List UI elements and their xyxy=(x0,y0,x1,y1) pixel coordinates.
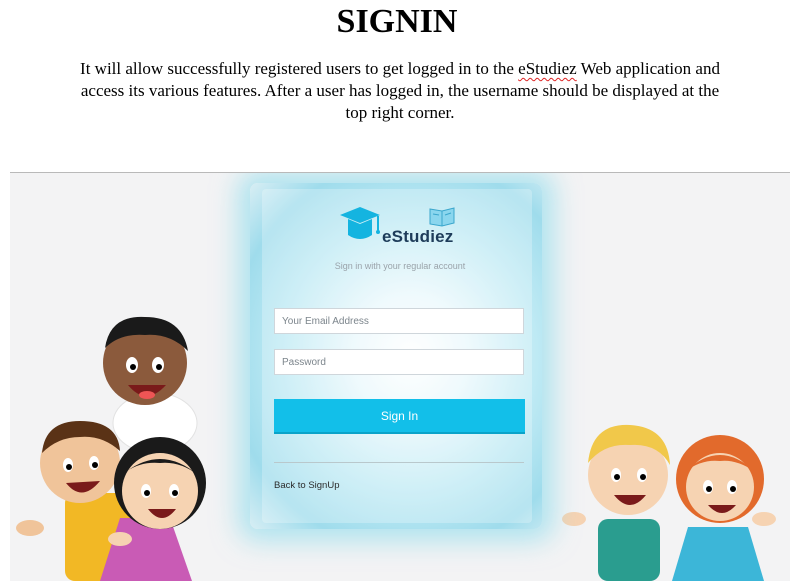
kids-illustration-right xyxy=(562,424,776,581)
signin-subtitle: Sign in with your regular account xyxy=(334,261,466,271)
graduation-cap-icon xyxy=(340,207,380,239)
description-part-1: It will allow successfully registered us… xyxy=(80,59,519,78)
password-field[interactable] xyxy=(274,349,524,375)
divider xyxy=(274,462,524,463)
sign-in-button[interactable]: Sign In xyxy=(274,399,525,434)
email-field[interactable] xyxy=(274,308,524,334)
book-icon xyxy=(429,207,455,227)
login-screenshot: eStudiez Sign in with your regular accou… xyxy=(10,172,790,581)
back-to-signup-link[interactable]: Back to SignUp xyxy=(274,480,339,491)
description-brand: eStudiez xyxy=(518,59,577,78)
document-title: SIGNIN xyxy=(336,3,458,40)
brand-name: eStudiez xyxy=(382,227,454,246)
document-description: It will allow successfully registered us… xyxy=(80,58,720,124)
kids-illustration-left xyxy=(16,316,206,581)
